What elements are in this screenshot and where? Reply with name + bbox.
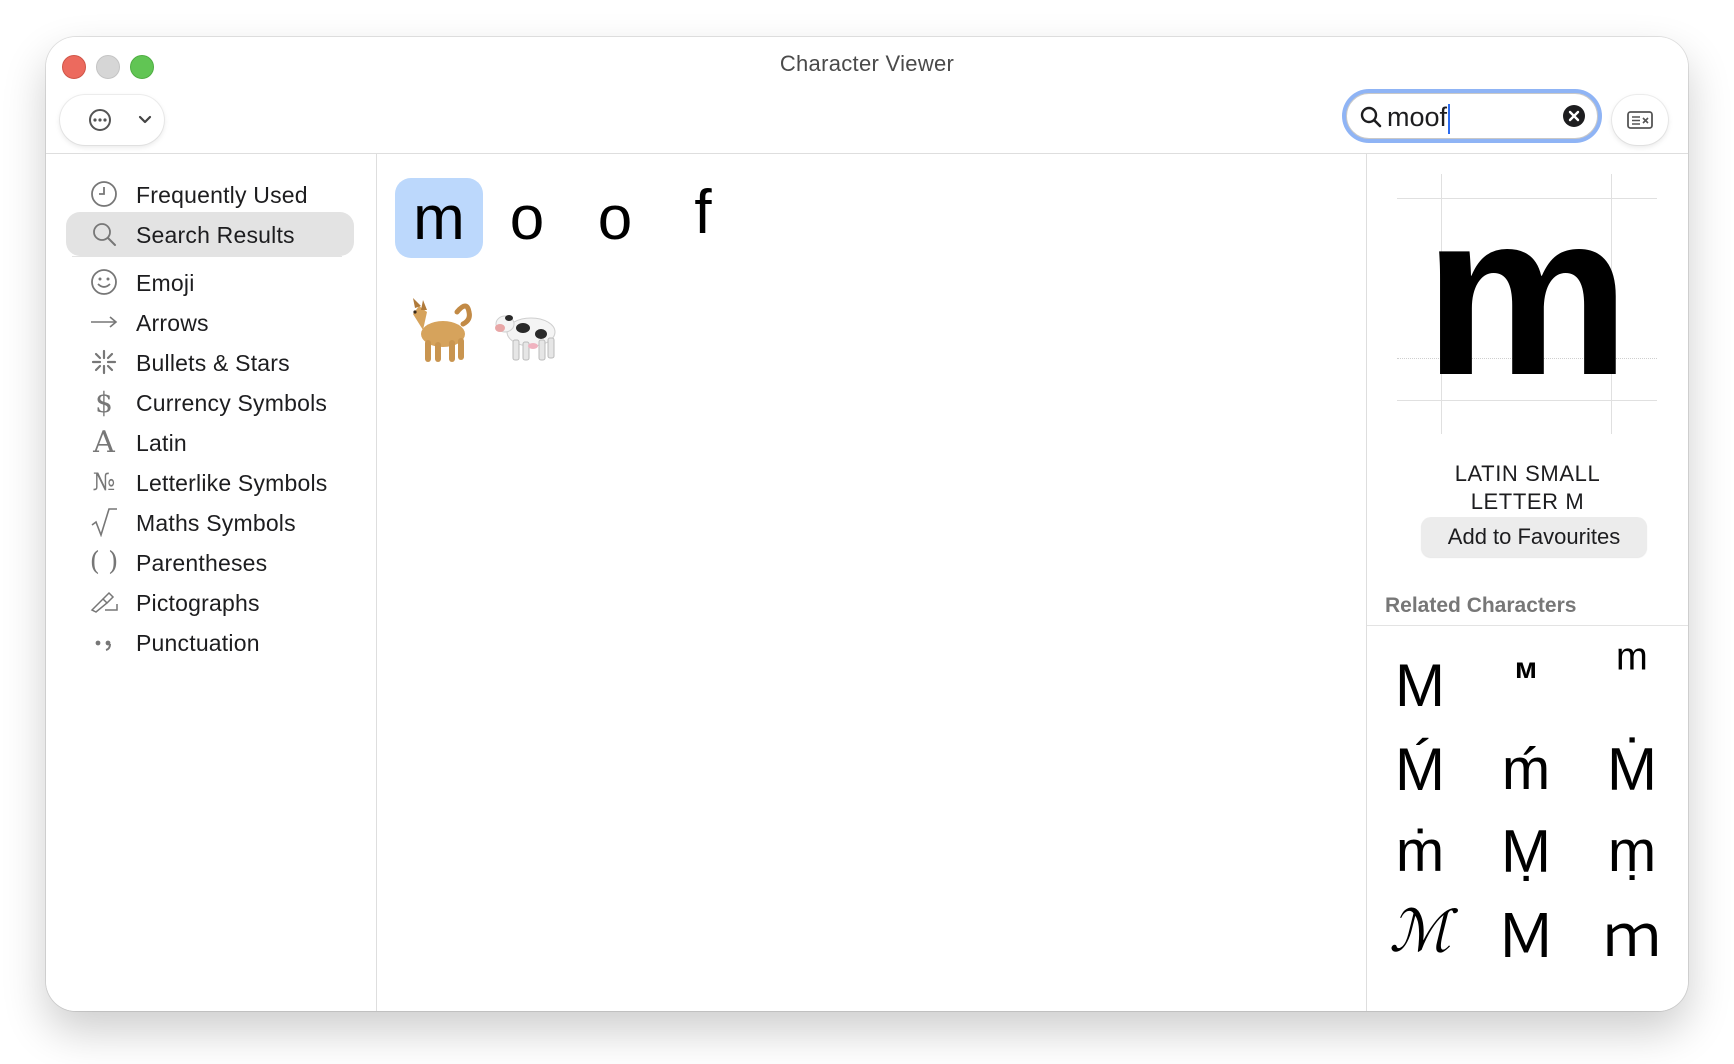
sidebar-item-frequently-used[interactable]: Frequently Used [66,172,354,216]
character-cell[interactable]: o [571,178,659,258]
related-character[interactable]: Ḿ [1367,728,1473,810]
character-grid: m o o f [377,154,1364,1011]
keyboard-icon [1627,111,1653,129]
sidebar-item-pictographs[interactable]: Pictographs [66,580,354,624]
category-sidebar: Frequently Used Search Results Emoji Arr… [46,154,377,1011]
sidebar-item-label: Parentheses [136,550,268,576]
cow-emoji-icon [495,315,556,361]
character-cell[interactable]: o [483,178,571,258]
selected-glyph: m [1423,165,1631,424]
window-title: Character Viewer [779,51,955,76]
search-input[interactable]: moof [1387,102,1451,134]
sidebar-item-search-results[interactable]: Search Results [66,212,354,256]
dollar-icon: $ [95,385,113,419]
sidebar-item-label: Currency Symbols [136,390,328,416]
numero-icon: № [92,468,116,496]
related-character[interactable]: Ṁ [1579,728,1685,810]
character-name: LATIN SMALL LETTER M [1367,460,1688,516]
sidebar-item-emoji[interactable]: Emoji [66,260,354,304]
text-caret [1448,103,1451,134]
sidebar-item-maths-symbols[interactable]: Maths Symbols [66,500,354,544]
search-field[interactable]: moof [1346,93,1598,139]
pictograph-icon [88,586,120,618]
sidebar-item-currency-symbols[interactable]: $ Currency Symbols [66,380,354,424]
sidebar-item-label: Frequently Used [136,182,308,208]
titlebar: Character Viewer moof [46,37,1688,154]
action-menu-button[interactable] [60,95,164,145]
related-character[interactable]: ℳ [1367,890,1473,972]
character-detail-panel: m LATIN SMALL LETTER M Add to Favourites… [1366,154,1688,1011]
character-name-line: LATIN SMALL [1454,461,1601,486]
related-character[interactable]: M [1367,644,1473,726]
character-cell[interactable]: f [659,172,747,252]
glyph-preview: m [1397,174,1657,434]
character-name-line: LETTER M [1470,489,1585,514]
related-character[interactable]: ᴍ [1473,628,1579,710]
magnifier-icon [88,218,120,250]
ellipsis-circle-icon [89,109,111,131]
related-character[interactable]: ḿ [1473,728,1579,810]
chevron-down-icon [138,115,152,124]
square-root-icon [88,506,120,538]
character-viewer-window: Character Viewer moof Frequently Used Se… [46,37,1688,1011]
close-icon [1568,110,1580,122]
sidebar-item-arrows[interactable]: Arrows [66,300,354,344]
cow-emoji-cell[interactable] [483,290,571,370]
clock-icon [88,178,120,210]
clear-search-button[interactable] [1563,105,1585,127]
sidebar-item-label: Arrows [136,310,209,336]
related-character[interactable]: Ｍ [1473,890,1579,972]
sidebar-item-label: Emoji [136,270,195,296]
sidebar-item-label: Bullets & Stars [136,350,290,376]
sidebar-divider [72,256,342,257]
sidebar-item-letterlike-symbols[interactable]: № Letterlike Symbols [66,460,354,504]
related-character[interactable]: ṃ [1579,810,1685,892]
related-character[interactable]: Ṃ [1473,810,1579,892]
character-cell[interactable]: m [395,178,483,258]
arrow-icon [88,306,120,338]
sidebar-item-bullets-stars[interactable]: Bullets & Stars [66,340,354,384]
parentheses-icon: ( ) [89,547,119,577]
related-character[interactable]: ṁ [1367,810,1473,892]
add-to-favourites-button[interactable]: Add to Favourites [1421,517,1647,557]
related-character[interactable]: ᵐ [1579,622,1685,704]
dog-emoji-cell[interactable] [395,290,483,370]
sidebar-item-latin[interactable]: A Latin [66,420,354,464]
sidebar-item-label: Search Results [136,222,295,248]
dog-emoji-icon [413,298,472,362]
sidebar-item-parentheses[interactable]: ( ) Parentheses [66,540,354,584]
sidebar-item-label: Pictographs [136,590,260,616]
asterisk-icon [88,346,120,378]
related-character[interactable]: ｍ [1579,890,1685,972]
sidebar-item-label: Maths Symbols [136,510,296,536]
punctuation-icon [88,626,120,658]
sidebar-item-label: Latin [136,430,187,456]
sidebar-item-punctuation[interactable]: Punctuation [66,620,354,664]
sidebar-item-label: Letterlike Symbols [136,470,328,496]
related-characters-heading: Related Characters [1385,594,1577,617]
keyboard-viewer-button[interactable] [1612,95,1668,145]
latin-a-icon: A [93,424,115,460]
search-icon [1360,106,1382,128]
smiley-icon [88,266,120,298]
sidebar-item-label: Punctuation [136,630,260,656]
